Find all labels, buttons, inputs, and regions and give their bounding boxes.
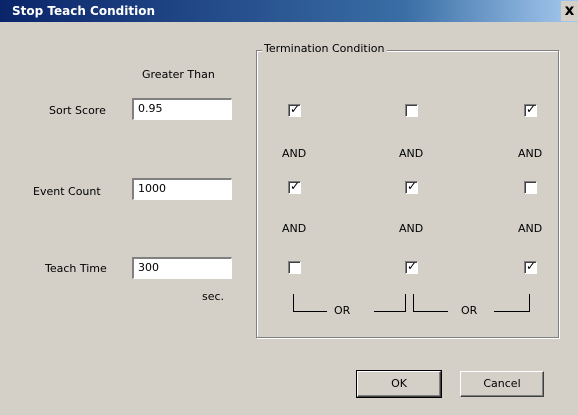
dialog-window: Stop Teach Condition x Greater Than Sort… (0, 0, 578, 415)
or-bracket-line (413, 311, 448, 312)
term-checkbox-r1-c2[interactable] (405, 104, 418, 117)
term-checkbox-r2-c2[interactable]: ✓ (405, 179, 418, 194)
checkmark-icon: ✓ (290, 179, 301, 193)
term-checkbox-r2-c1[interactable]: ✓ (288, 179, 301, 194)
and-label-r1-c2: AND (399, 147, 424, 160)
or-bracket-left (293, 294, 294, 312)
or-bracket-right (529, 294, 530, 312)
teach-time-input[interactable]: 300 (132, 257, 232, 279)
teach-time-label: Teach Time (45, 262, 107, 275)
term-checkbox-r1-c1[interactable]: ✓ (288, 102, 301, 117)
greater-than-header: Greater Than (142, 68, 215, 81)
and-label-r1-c3: AND (518, 147, 543, 160)
checkmark-icon: ✓ (407, 259, 418, 273)
or-label-1: OR (334, 304, 351, 317)
cancel-button[interactable]: Cancel (460, 371, 544, 397)
and-label-r2-c3: AND (518, 222, 543, 235)
and-label-r2-c2: AND (399, 222, 424, 235)
or-bracket-line (374, 311, 405, 312)
or-label-2: OR (461, 304, 478, 317)
checkmark-icon: ✓ (526, 102, 537, 116)
sort-score-input[interactable]: 0.95 (132, 98, 232, 120)
or-bracket-left (413, 294, 414, 312)
term-checkbox-r3-c1[interactable] (288, 261, 301, 274)
termination-condition-group (256, 50, 559, 338)
or-bracket-right (405, 294, 406, 312)
title-bar: Stop Teach Condition x (0, 0, 578, 22)
term-checkbox-r3-c3[interactable]: ✓ (524, 259, 537, 274)
and-label-r2-c1: AND (282, 222, 307, 235)
window-title: Stop Teach Condition (12, 4, 155, 18)
checkmark-icon: ✓ (290, 102, 301, 116)
termination-condition-legend: Termination Condition (262, 42, 387, 55)
event-count-label: Event Count (33, 185, 101, 198)
close-icon[interactable]: x (561, 1, 578, 21)
or-bracket-line (293, 311, 327, 312)
term-checkbox-r1-c3[interactable]: ✓ (524, 102, 537, 117)
or-bracket-line (494, 311, 530, 312)
checkmark-icon: ✓ (526, 259, 537, 273)
event-count-input[interactable]: 1000 (132, 178, 232, 200)
ok-button[interactable]: OK (356, 370, 442, 398)
seconds-unit: sec. (202, 290, 225, 303)
sort-score-label: Sort Score (49, 104, 106, 117)
checkmark-icon: ✓ (407, 179, 418, 193)
term-checkbox-r3-c2[interactable]: ✓ (405, 259, 418, 274)
term-checkbox-r2-c3[interactable] (524, 181, 537, 194)
and-label-r1-c1: AND (282, 147, 307, 160)
